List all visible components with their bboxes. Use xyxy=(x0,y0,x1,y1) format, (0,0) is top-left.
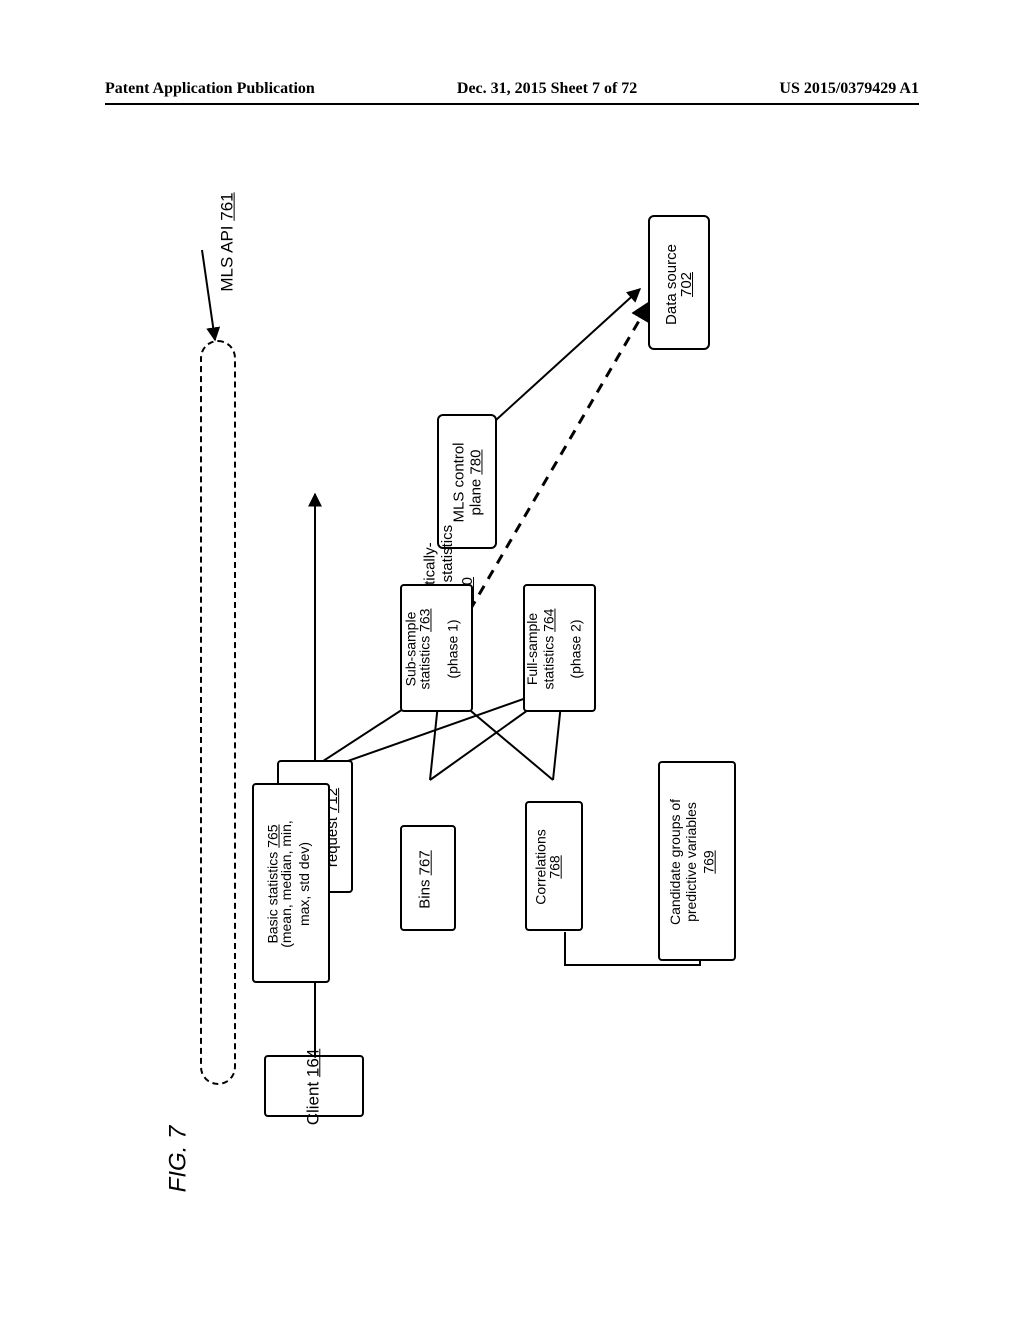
data-source-ref: 702 xyxy=(678,272,695,297)
header-center: Dec. 31, 2015 Sheet 7 of 72 xyxy=(457,80,637,98)
basic-line2: (mean, median, min, xyxy=(278,820,294,948)
mls-control-line1: MLS control xyxy=(451,442,468,522)
sub-sample-line2: statistics 763 xyxy=(416,609,432,690)
cand-ref: 769 xyxy=(701,850,717,873)
cand-line2: predictive variables xyxy=(683,802,699,922)
diagram-connectors xyxy=(0,0,1024,1320)
corr-ref: 768 xyxy=(547,855,563,878)
api-boundary xyxy=(200,340,236,1085)
full-sample-line1: Full-sample xyxy=(524,613,540,685)
full-sample-line2: statistics 764 xyxy=(540,609,556,690)
figure-label: FIG. 7 xyxy=(164,1126,192,1193)
header-divider xyxy=(105,103,919,105)
header-left: Patent Application Publication xyxy=(105,80,315,98)
full-sample-line3: (phase 2) xyxy=(568,619,584,678)
bins-label: Bins 767 xyxy=(417,850,434,908)
basic-line3: max, std dev) xyxy=(296,842,312,926)
page: Patent Application Publication Dec. 31, … xyxy=(0,0,1024,1320)
client-label: Client 164 xyxy=(303,1049,323,1126)
mls-control-line2: plane 780 xyxy=(467,450,484,516)
cand-line1: Candidate groups of xyxy=(667,799,683,925)
mls-api-label: MLS API 761 xyxy=(218,192,238,291)
page-header: Patent Application Publication Dec. 31, … xyxy=(105,80,919,98)
header-right: US 2015/0379429 A1 xyxy=(779,80,919,98)
sub-sample-line3: (phase 1) xyxy=(445,619,461,678)
